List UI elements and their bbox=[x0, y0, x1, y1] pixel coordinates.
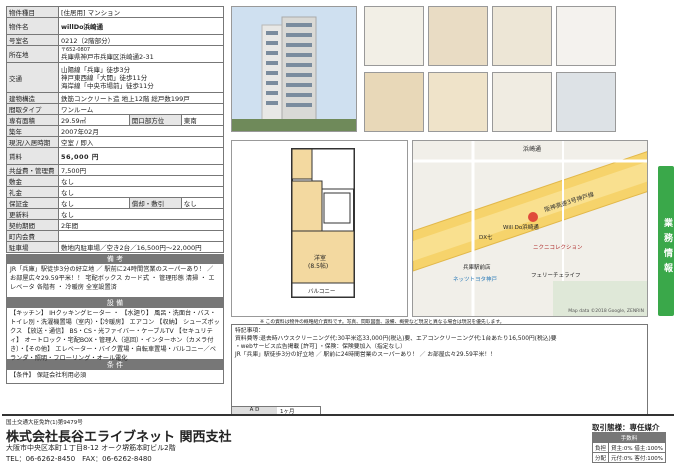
label: 共益費・管理費 bbox=[6, 164, 59, 176]
company-footer: 国土交通大臣免許(1)第9479号 株式会社長谷エライブネット 関西支社 大阪市… bbox=[2, 414, 674, 472]
notes-caption: ※ この資料は物件の概略紹介資料です。写真、間取図面、設備、概要など現況と異なる… bbox=[260, 320, 505, 325]
label: 契約期間 bbox=[6, 219, 59, 231]
location-map: 浜崎通 阪神高速3号神戸線 兵庫駅前店 ネッツトヨタ神戸 DX七 Will Do… bbox=[412, 140, 648, 317]
interior-photo-2 bbox=[428, 6, 488, 66]
remarks-text: JR「兵庫」駅徒歩3分の好立地 ／ 駅前に24時間営業のスーパーあり！ ／ お部… bbox=[6, 264, 224, 298]
contract-value: 2年間 bbox=[58, 219, 224, 231]
label: 開口部方位 bbox=[128, 114, 182, 126]
parking-value: 敷地内駐車場／空き2台／16,500円～22,000円 bbox=[58, 241, 224, 253]
label: 償却・敷引 bbox=[128, 197, 182, 209]
label: 建物構造 bbox=[6, 92, 59, 104]
rent-value: 56,000 円 bbox=[58, 147, 224, 165]
interior-photo-7 bbox=[492, 72, 552, 132]
access-line: 神戸東西線「大開」徒歩11分 bbox=[61, 73, 148, 82]
fee-table: 手数料 負担 貸主:0% 借主:100% 分配 元付:0% 客付:100% bbox=[591, 432, 666, 463]
map-copyright: Map data ©2018 Google, ZENRIN bbox=[568, 309, 644, 314]
label: 町内会費 bbox=[6, 230, 59, 242]
license-number: 国土交通大臣免許(1)第9479号 bbox=[6, 420, 83, 426]
fee-label: 分配 bbox=[591, 452, 610, 463]
property-sheet: 物件種目 [住居用] マンション 物件名 willDo浜崎通 号室名 0212（2階部… bbox=[2, 2, 654, 470]
label: 号室名 bbox=[6, 34, 59, 46]
remarks-section: 備 考 JR「兵庫」駅徒歩3分の好立地 ／ 駅前に24時間営業のスーパーあり！ … bbox=[6, 254, 224, 384]
map-label: フェリーチェライフ bbox=[531, 273, 581, 279]
company-tel: TEL：06-6262-8450 FAX：06-6262-8480 bbox=[6, 455, 152, 463]
building-illustration bbox=[232, 7, 356, 131]
notes-label: 特記事項： bbox=[235, 328, 264, 334]
fee-label: 負担 bbox=[591, 442, 610, 453]
key-value: なし bbox=[58, 186, 224, 198]
guarantee-value: なし bbox=[58, 197, 130, 209]
assoc-value bbox=[58, 230, 224, 242]
notes-line: 資料費等:退去時ハウスクリーニング代:30平米迄33,000円(税込)要、エアコ… bbox=[235, 336, 557, 342]
layout-value: ワンルーム bbox=[58, 103, 224, 115]
interior-photo-4 bbox=[556, 6, 616, 66]
notes-box: 特記事項： 資料費等:退去時ハウスクリーニング代:30平米迄33,000円(税込… bbox=[231, 324, 648, 416]
conditions-text: 【条件】 保証会社利用必須 bbox=[6, 370, 224, 384]
side-tab[interactable]: 業務情報 bbox=[658, 166, 674, 316]
status-value: 空室 / 即入 bbox=[58, 136, 224, 148]
label: 現況/入居時期 bbox=[6, 136, 59, 148]
label: 敷金 bbox=[6, 175, 59, 187]
property-name: willDo浜崎通 bbox=[58, 17, 224, 35]
deposit-value: なし bbox=[58, 175, 224, 187]
fee-title: 手数料 bbox=[592, 432, 666, 443]
remarks-title: 備 考 bbox=[6, 254, 224, 264]
address: 兵庫県神戸市兵庫区浜崎通2-31 bbox=[61, 53, 154, 61]
label: 駐車場 bbox=[6, 241, 59, 253]
fee-value: 貸主:0% 借主:100% bbox=[608, 442, 666, 453]
label: 間取タイプ bbox=[6, 103, 59, 115]
mgmt-value: 7,500円 bbox=[58, 164, 224, 176]
access-line: 山陽線「兵庫」徒歩3分 bbox=[61, 65, 131, 74]
renewal-value: なし bbox=[58, 208, 224, 220]
map-label: 兵庫駅前店 bbox=[463, 265, 491, 271]
structure-value: 鉄筋コンクリート造 地上12階 総戸数199戸 bbox=[58, 92, 224, 104]
aspect-value: 東南 bbox=[180, 114, 225, 126]
map-label: Will Do浜崎通 bbox=[503, 225, 539, 231]
label: 専有面積 bbox=[6, 114, 59, 126]
map-label: DX七 bbox=[479, 235, 493, 241]
label: 物件種目 bbox=[6, 6, 59, 18]
interior-photo-5 bbox=[364, 72, 424, 132]
room-size: (8.5帖) bbox=[308, 263, 329, 270]
facilities-text: 【キッチン】 IHクッキングヒーター ・ 【水廻り】 風呂・洗面台・バス・トイレ… bbox=[6, 308, 224, 362]
interior-photo-1 bbox=[364, 6, 424, 66]
spec-table: 物件種目 [住居用] マンション 物件名 willDo浜崎通 号室名 0212（2階部… bbox=[6, 6, 225, 253]
room-value: 0212（2階部分） bbox=[58, 34, 224, 46]
amort-value: なし bbox=[180, 197, 225, 209]
map-label: 浜崎通 bbox=[523, 146, 542, 153]
type-value: [住居用] マンション bbox=[58, 6, 224, 18]
interior-photo-3 bbox=[492, 6, 552, 66]
notes-line: ・webサービス広告掲載 [許可] ・保険：保険要加入（指定なし） bbox=[235, 344, 406, 350]
interior-photo-6 bbox=[428, 72, 488, 132]
label: 礼金 bbox=[6, 186, 59, 198]
company-address: 大阪市中央区本町１丁目8-12 オーク堺筋本町ビル2階 bbox=[6, 444, 176, 452]
access-line: 海岸線「中央市場前」徒歩11分 bbox=[61, 81, 154, 90]
map-label: ニクニコレクション bbox=[533, 245, 583, 251]
label: 保証金 bbox=[6, 197, 59, 209]
fee-value: 元付:0% 客付:100% bbox=[608, 452, 666, 463]
label: 物件名 bbox=[6, 17, 59, 35]
built-value: 2007年02月 bbox=[58, 125, 224, 137]
label: 築年 bbox=[6, 125, 59, 137]
building-photo bbox=[231, 6, 357, 132]
map-label: ネッツトヨタ神戸 bbox=[453, 277, 498, 283]
balcony-label: バルコニー bbox=[308, 289, 336, 295]
label: 所在地 bbox=[6, 45, 59, 63]
facilities-title: 設 備 bbox=[6, 298, 224, 308]
label: 賃料 bbox=[6, 147, 59, 165]
label: 更新料 bbox=[6, 208, 59, 220]
area-value: 29.59㎡ bbox=[58, 114, 130, 126]
floor-plan: 洋室 (8.5帖) バルコニー bbox=[231, 140, 408, 317]
label: 交通 bbox=[6, 62, 59, 93]
interior-photo-8 bbox=[556, 72, 616, 132]
notes-line: JR「兵庫」駅徒歩3分の好立地 ／ 駅前に24時間営業のスーパーあり！ ／ お部… bbox=[235, 352, 496, 358]
